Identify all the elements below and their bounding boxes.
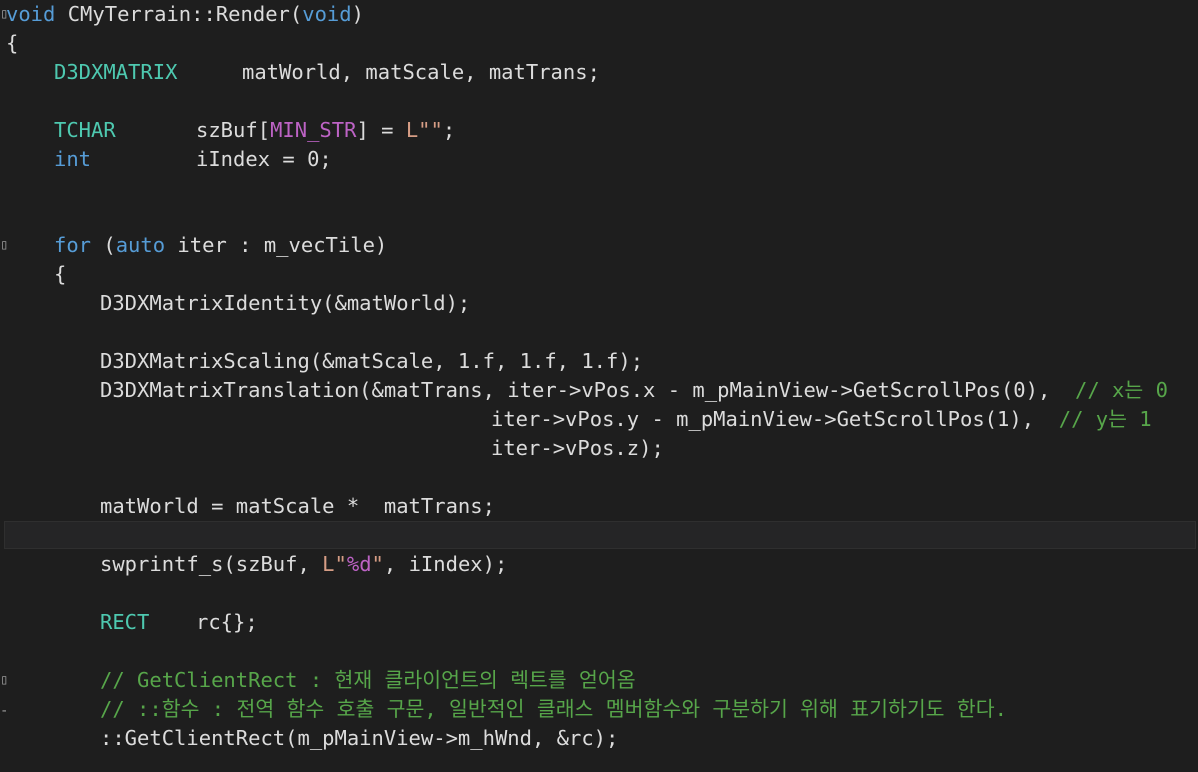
comment: // ::함수 : 전역 함수 호출 구문, 일반적인 클래스 멤버함수와 구분… <box>100 697 1007 721</box>
collapse-marker[interactable]: ▯ <box>0 0 8 29</box>
code-line-rest[interactable]: szBuf[MIN_STR] = L""; <box>196 116 455 145</box>
paren: ( <box>289 2 303 26</box>
comment: // GetClientRect : 현재 클라이언트의 렉트를 얻어옴 <box>100 668 636 692</box>
code-line[interactable]: iter->vPos.y - m_pMainView->GetScrollPos… <box>491 405 1152 434</box>
code-line[interactable]: for (auto iter : m_vecTile) <box>54 231 387 260</box>
code-text: ( <box>91 233 116 257</box>
keyword: int <box>54 147 92 171</box>
scope-operator: :: <box>191 2 216 26</box>
code-text: ; <box>442 118 456 142</box>
code-text: iter->vPos.z); <box>491 436 664 460</box>
code-text: ] = <box>356 118 406 142</box>
code-text: matWorld, matScale, matTrans; <box>242 60 600 84</box>
comment: // y는 1 <box>1058 407 1152 431</box>
string-literal: L"" <box>405 118 443 142</box>
code-text: D3DXMatrixScaling(&matScale, 1.f, 1.f, 1… <box>100 349 644 373</box>
code-line[interactable]: { <box>6 29 18 58</box>
code-line[interactable]: // GetClientRect : 현재 클라이언트의 렉트를 얻어옴 <box>100 666 636 695</box>
code-line[interactable]: void CMyTerrain::Render(void) <box>6 0 364 29</box>
code-editor[interactable]: ▯ ▯ ▯ - void CMyTerrain::Render(void) { … <box>0 0 1198 772</box>
collapse-marker[interactable]: ▯ <box>0 666 8 695</box>
keyword: void <box>6 2 56 26</box>
code-line[interactable]: RECT <box>100 608 149 637</box>
code-text: D3DXMatrixIdentity(&matWorld); <box>100 291 471 315</box>
code-line[interactable]: TCHAR <box>54 116 116 145</box>
code-text: , iIndex); <box>383 552 508 576</box>
code-text: D3DXMatrixTranslation(&matTrans, iter->v… <box>100 378 1076 402</box>
code-line[interactable]: D3DXMatrixScaling(&matScale, 1.f, 1.f, 1… <box>100 347 643 376</box>
code-text: iter->vPos.y - m_pMainView->GetScrollPos… <box>491 407 1059 431</box>
code-line[interactable]: // ::함수 : 전역 함수 호출 구문, 일반적인 클래스 멤버함수와 구분… <box>100 695 1007 724</box>
code-text: ::GetClientRect(m_pMainView->m_hWnd, &rc… <box>100 726 619 750</box>
code-text: iIndex = 0; <box>196 147 332 171</box>
code-line[interactable]: D3DXMatrixTranslation(&matTrans, iter->v… <box>100 376 1168 405</box>
paren: ) <box>351 2 364 26</box>
type-name: RECT <box>100 610 150 634</box>
keyword: for <box>54 233 92 257</box>
function-name: Render <box>215 2 290 26</box>
string-literal: " <box>371 552 384 576</box>
collapse-end-marker: - <box>0 703 9 719</box>
comment: // x는 0 <box>1075 378 1168 402</box>
code-text: iter : m_vecTile) <box>165 233 388 257</box>
code-line[interactable]: swprintf_s(szBuf, L"%d", iIndex); <box>100 550 507 579</box>
class-name: CMyTerrain <box>67 2 192 26</box>
string-literal: L" <box>322 552 347 576</box>
code-line[interactable]: iter->vPos.z); <box>491 434 664 463</box>
code-line[interactable]: matWorld = matScale * matTrans; <box>100 492 495 521</box>
brace: { <box>6 31 19 55</box>
code-line[interactable]: { <box>54 260 66 289</box>
code-line[interactable]: D3DXMatrixIdentity(&matWorld); <box>100 289 470 318</box>
keyword: auto <box>115 233 166 257</box>
code-line-rest[interactable]: rc{}; <box>196 608 258 637</box>
code-text: szBuf[ <box>196 118 271 142</box>
code-text: matWorld = matScale * matTrans; <box>100 494 495 518</box>
code-line[interactable]: ::GetClientRect(m_pMainView->m_hWnd, &rc… <box>100 724 618 753</box>
collapse-marker[interactable]: ▯ <box>0 231 8 260</box>
brace: { <box>54 262 67 286</box>
code-text: swprintf_s(szBuf, <box>100 552 323 576</box>
code-text: rc{}; <box>196 610 258 634</box>
code-line-rest[interactable]: iIndex = 0; <box>196 145 332 174</box>
type-name: TCHAR <box>54 118 116 142</box>
code-line-rest[interactable]: matWorld, matScale, matTrans; <box>242 58 600 87</box>
keyword: void <box>302 2 352 26</box>
type-name: D3DXMATRIX <box>54 60 178 84</box>
current-line-highlight <box>4 521 1196 549</box>
code-line[interactable]: int <box>54 145 91 174</box>
format-specifier: %d <box>346 552 372 576</box>
code-line[interactable]: D3DXMATRIX <box>54 58 177 87</box>
macro: MIN_STR <box>270 118 357 142</box>
